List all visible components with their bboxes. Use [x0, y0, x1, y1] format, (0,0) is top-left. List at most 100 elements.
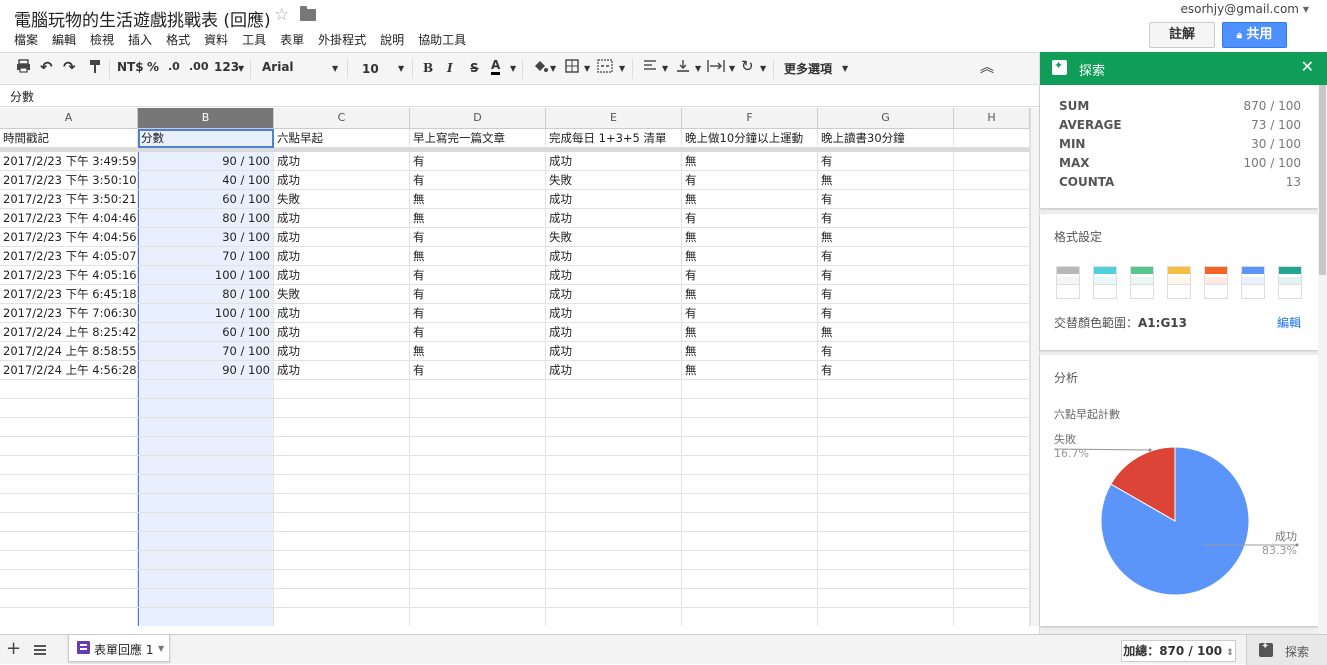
table-cell[interactable]: 2017/2/24 上午 8:58:55 [0, 342, 138, 361]
menu-item[interactable]: 資料 [204, 31, 228, 48]
table-cell[interactable] [0, 437, 138, 456]
table-cell[interactable] [0, 456, 138, 475]
table-cell[interactable] [0, 380, 138, 399]
table-cell[interactable]: 有 [818, 361, 954, 380]
table-cell[interactable] [274, 589, 410, 608]
table-cell[interactable]: 有 [818, 342, 954, 361]
caret-down-icon[interactable]: ▼ [1303, 5, 1309, 14]
table-cell[interactable]: 失敗 [274, 190, 410, 209]
table-cell[interactable]: 80 / 100 [138, 209, 274, 228]
table-cell[interactable] [954, 285, 1030, 304]
grid-scrollbar[interactable] [1030, 108, 1039, 626]
menu-item[interactable]: 檢視 [90, 31, 114, 48]
table-cell[interactable]: 成功 [274, 171, 410, 190]
table-cell[interactable]: 成功 [546, 190, 682, 209]
table-cell[interactable] [546, 399, 682, 418]
folder-icon[interactable] [300, 6, 316, 21]
table-cell[interactable] [138, 513, 274, 532]
merge-cells-icon[interactable] [597, 59, 613, 76]
table-cell[interactable] [954, 532, 1030, 551]
table-cell[interactable]: 成功 [274, 266, 410, 285]
table-cell[interactable] [410, 532, 546, 551]
table-cell[interactable]: 成功 [274, 247, 410, 266]
table-cell[interactable] [954, 190, 1030, 209]
user-email[interactable]: esorhjy@gmail.com [1180, 2, 1299, 16]
table-cell[interactable]: 成功 [546, 323, 682, 342]
pie-chart[interactable]: 失敗16.7% 成功83.3% [1040, 415, 1318, 625]
menu-item[interactable]: 外掛程式 [318, 31, 366, 48]
table-cell[interactable] [818, 589, 954, 608]
menu-item[interactable]: 說明 [380, 31, 404, 48]
column-header[interactable]: D [410, 108, 546, 129]
table-cell[interactable] [818, 380, 954, 399]
panel-scrollbar[interactable] [1318, 85, 1327, 634]
table-cell[interactable] [410, 589, 546, 608]
table-cell[interactable] [954, 437, 1030, 456]
table-cell[interactable] [954, 494, 1030, 513]
table-cell[interactable] [0, 399, 138, 418]
table-cell[interactable] [954, 475, 1030, 494]
table-cell[interactable] [0, 513, 138, 532]
table-cell[interactable]: 2017/2/24 上午 4:56:28 [0, 361, 138, 380]
table-cell[interactable] [410, 513, 546, 532]
table-cell[interactable] [954, 209, 1030, 228]
table-cell[interactable] [274, 475, 410, 494]
table-cell[interactable] [410, 570, 546, 589]
table-cell[interactable] [274, 456, 410, 475]
formula-bar[interactable]: 分數 [0, 85, 1039, 107]
table-cell[interactable] [0, 551, 138, 570]
table-cell[interactable]: 有 [410, 171, 546, 190]
table-cell[interactable]: 失敗 [546, 228, 682, 247]
table-cell[interactable]: 成功 [546, 285, 682, 304]
table-cell[interactable]: 有 [410, 323, 546, 342]
table-cell[interactable] [546, 589, 682, 608]
table-cell[interactable] [954, 399, 1030, 418]
comments-button[interactable]: 註解 [1149, 22, 1215, 48]
table-cell[interactable] [954, 323, 1030, 342]
table-cell[interactable] [682, 456, 818, 475]
table-cell[interactable] [954, 304, 1030, 323]
table-cell[interactable]: 成功 [546, 304, 682, 323]
table-cell[interactable] [0, 418, 138, 437]
table-cell[interactable] [954, 152, 1030, 171]
table-cell[interactable] [0, 608, 138, 626]
table-cell[interactable]: 2017/2/23 下午 3:49:59 [0, 152, 138, 171]
table-cell[interactable]: 2017/2/23 下午 4:04:56 [0, 228, 138, 247]
close-icon[interactable]: ✕ [1301, 57, 1314, 76]
table-cell[interactable] [546, 570, 682, 589]
font-family-dropdown[interactable]: Arial [262, 60, 294, 74]
table-cell[interactable] [954, 589, 1030, 608]
table-cell[interactable]: 有 [818, 285, 954, 304]
table-cell[interactable] [138, 494, 274, 513]
table-cell[interactable]: 70 / 100 [138, 342, 274, 361]
table-cell[interactable]: 有 [410, 285, 546, 304]
paint-format-icon[interactable] [89, 59, 101, 77]
table-cell[interactable] [138, 532, 274, 551]
print-icon[interactable] [16, 59, 31, 76]
frozen-row-divider[interactable] [0, 148, 1030, 152]
color-swatch[interactable] [1241, 266, 1265, 299]
table-cell[interactable] [954, 513, 1030, 532]
table-cell[interactable]: 無 [682, 285, 818, 304]
table-cell[interactable] [954, 228, 1030, 247]
table-cell[interactable] [274, 551, 410, 570]
table-cell[interactable]: 無 [410, 190, 546, 209]
table-cell[interactable] [682, 570, 818, 589]
table-cell[interactable] [410, 608, 546, 626]
table-cell[interactable]: 失敗 [274, 285, 410, 304]
table-cell[interactable]: 成功 [274, 304, 410, 323]
table-cell[interactable]: 有 [818, 247, 954, 266]
table-cell[interactable]: 無 [818, 228, 954, 247]
table-cell[interactable]: 有 [410, 228, 546, 247]
table-cell[interactable]: 90 / 100 [138, 361, 274, 380]
table-cell[interactable] [274, 570, 410, 589]
column-header[interactable]: F [682, 108, 818, 129]
table-cell[interactable]: 2017/2/23 下午 4:04:46 [0, 209, 138, 228]
table-cell[interactable]: 70 / 100 [138, 247, 274, 266]
table-cell[interactable] [682, 399, 818, 418]
table-cell[interactable] [0, 589, 138, 608]
table-cell[interactable] [818, 532, 954, 551]
currency-button[interactable]: NT$ [117, 60, 144, 74]
header-cell[interactable]: 完成每日 1+3+5 清單 [546, 129, 682, 148]
table-cell[interactable]: 2017/2/23 下午 7:06:30 [0, 304, 138, 323]
